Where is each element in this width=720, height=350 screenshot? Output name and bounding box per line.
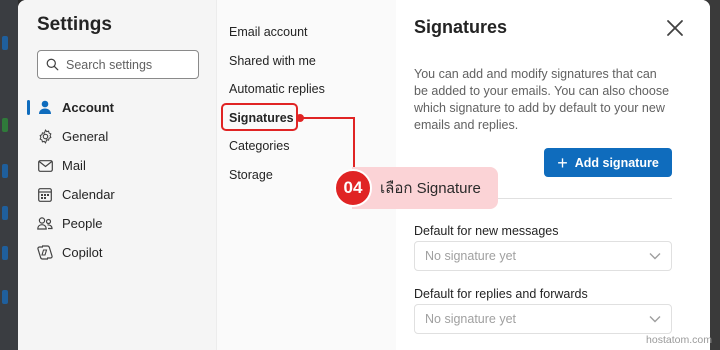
- nav-item-people[interactable]: People: [34, 209, 216, 238]
- dropdown-value: No signature yet: [425, 249, 517, 263]
- mail-icon: [37, 158, 53, 174]
- default-new-messages-dropdown[interactable]: No signature yet: [414, 241, 672, 271]
- dropdown-value: No signature yet: [425, 312, 517, 326]
- default-replies-dropdown[interactable]: No signature yet: [414, 304, 672, 334]
- nav-item-label: Calendar: [62, 187, 115, 202]
- person-icon: [37, 100, 53, 116]
- nav-item-label: Mail: [62, 158, 86, 173]
- submenu-item-shared-with-me[interactable]: Shared with me: [229, 47, 396, 76]
- nav-item-account[interactable]: Account: [27, 93, 216, 122]
- background-app-marker: [2, 246, 8, 260]
- annotation-dot: [296, 114, 304, 122]
- submenu-item-automatic-replies[interactable]: Automatic replies: [229, 75, 396, 104]
- background-app-marker: [2, 290, 8, 304]
- chevron-down-icon: [649, 253, 661, 260]
- default-new-messages-label: Default for new messages: [414, 224, 559, 238]
- background-app-marker: [2, 36, 8, 50]
- step-number-badge: 04: [334, 169, 372, 207]
- plus-icon: +: [557, 152, 568, 173]
- background-app-strip: [0, 0, 18, 350]
- nav-item-general[interactable]: General: [34, 122, 216, 151]
- gear-icon: [37, 129, 53, 145]
- copilot-icon: [37, 245, 53, 261]
- background-app-marker: [2, 118, 8, 132]
- search-icon: [46, 58, 59, 71]
- step-annotation: เลือก Signature 04: [334, 167, 498, 209]
- settings-nav: Account General Mail Calendar People Cop…: [27, 93, 216, 267]
- chevron-down-icon: [649, 316, 661, 323]
- background-app-marker: [2, 164, 8, 178]
- settings-sidebar: Settings Account General Mail Calendar: [18, 0, 216, 350]
- signatures-highlight-box: [221, 103, 298, 131]
- calendar-icon: [37, 187, 53, 203]
- annotation-label: เลือก Signature: [352, 167, 498, 209]
- settings-title: Settings: [37, 14, 112, 35]
- nav-item-label: Account: [62, 100, 114, 115]
- default-replies-label: Default for replies and forwards: [414, 287, 588, 301]
- watermark: hostatom.com: [646, 334, 712, 346]
- nav-item-mail[interactable]: Mail: [34, 151, 216, 180]
- close-icon[interactable]: [665, 18, 685, 38]
- submenu-item-email-account[interactable]: Email account: [229, 18, 396, 47]
- nav-item-copilot[interactable]: Copilot: [34, 238, 216, 267]
- add-signature-button[interactable]: + Add signature: [544, 148, 672, 177]
- nav-item-calendar[interactable]: Calendar: [34, 180, 216, 209]
- annotation-connector: [300, 117, 355, 172]
- search-input[interactable]: [66, 57, 186, 72]
- nav-item-label: General: [62, 129, 109, 144]
- people-icon: [37, 216, 53, 232]
- add-signature-label: Add signature: [574, 155, 659, 170]
- nav-item-label: People: [62, 216, 103, 231]
- signatures-description: You can add and modify signatures that c…: [414, 67, 670, 132]
- search-box[interactable]: [37, 50, 199, 79]
- nav-item-label: Copilot: [62, 245, 103, 260]
- background-app-marker: [2, 206, 8, 220]
